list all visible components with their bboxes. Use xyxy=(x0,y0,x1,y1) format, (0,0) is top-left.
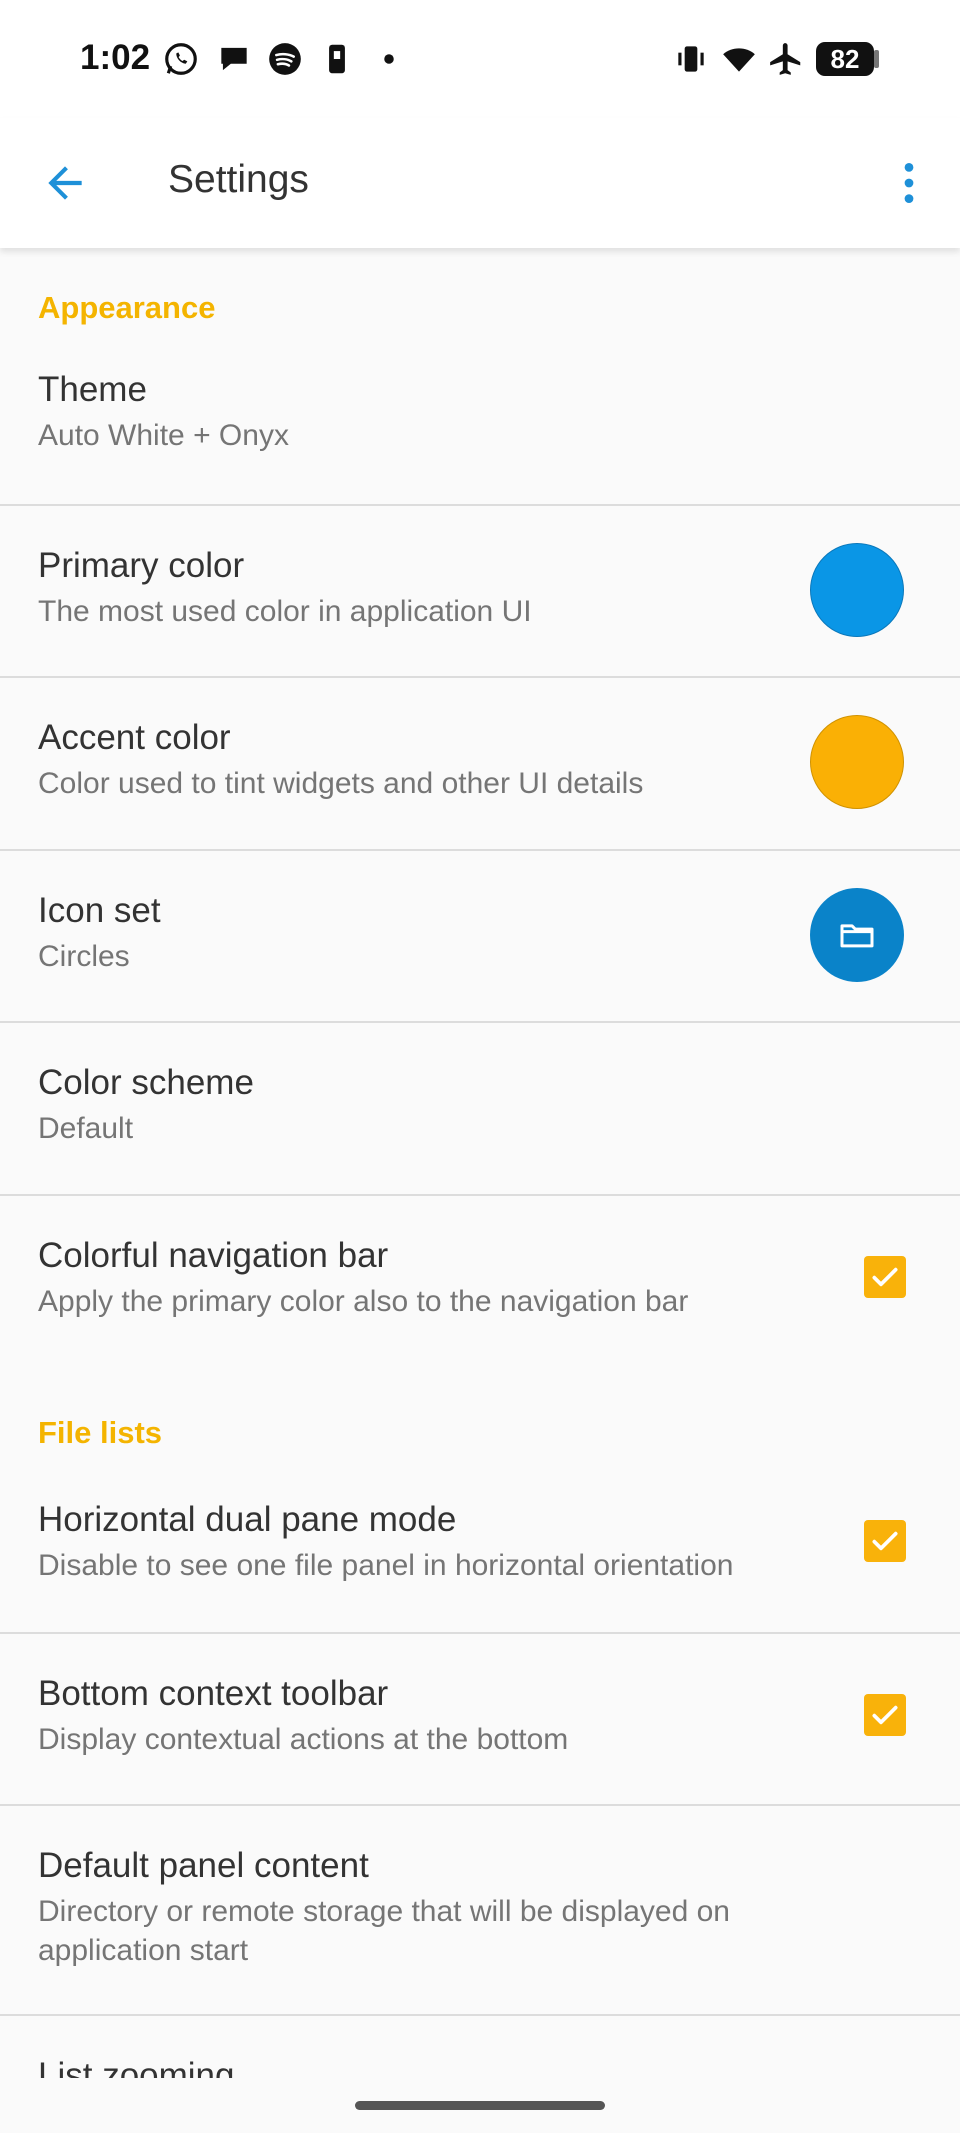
checkmark-icon xyxy=(872,1267,898,1287)
section-header-file-lists: File lists xyxy=(38,1415,163,1450)
pref-title: Icon set xyxy=(38,891,161,930)
battery-level: 82 xyxy=(830,44,860,74)
pref-summary: The most used color in application UI xyxy=(38,595,532,628)
arrow-left-icon[interactable] xyxy=(40,158,90,208)
pref-default-panel-content[interactable]: Default panel content Directory or remot… xyxy=(0,1806,960,2014)
spotify-icon xyxy=(269,43,301,75)
page-title: Settings xyxy=(168,158,309,201)
pref-title: Colorful navigation bar xyxy=(38,1236,389,1275)
bottom-toolbar-checkbox[interactable] xyxy=(864,1694,906,1736)
icon-set-preview xyxy=(810,888,904,982)
phone-app-icon xyxy=(329,44,345,74)
pref-title: Color scheme xyxy=(38,1063,254,1102)
pref-primary-color[interactable]: Primary color The most used color in app… xyxy=(0,506,960,676)
folder-icon xyxy=(840,924,874,948)
wifi-icon xyxy=(723,48,755,72)
pref-summary: Display contextual actions at the bottom xyxy=(38,1723,569,1756)
whatsapp-icon xyxy=(165,43,197,75)
battery-tip xyxy=(874,50,879,68)
pref-color-scheme[interactable]: Color scheme Default xyxy=(0,1023,960,1195)
pref-title: Bottom context toolbar xyxy=(38,1674,389,1713)
pref-summary: Directory or remote storage that will be… xyxy=(38,1895,730,1967)
accent-color-swatch[interactable] xyxy=(810,715,904,809)
pref-title: Accent color xyxy=(38,718,231,757)
battery-icon: 82 xyxy=(816,42,874,76)
pref-title: Horizontal dual pane mode xyxy=(38,1500,457,1539)
pref-theme[interactable]: Theme Auto White + Onyx xyxy=(0,358,960,500)
pref-icon-set[interactable]: Icon set Circles xyxy=(0,851,960,1021)
checkmark-icon xyxy=(872,1531,898,1551)
app-bar: Settings xyxy=(0,118,960,248)
pref-accent-color[interactable]: Accent color Color used to tint widgets … xyxy=(0,678,960,850)
settings-list[interactable]: Appearance Theme Auto White + Onyx Prima… xyxy=(0,248,960,2078)
vibrate-icon xyxy=(678,46,704,72)
airplane-icon xyxy=(770,43,801,75)
pref-summary: Color used to tint widgets and other UI … xyxy=(38,767,644,800)
pref-summary: Default xyxy=(38,1112,134,1145)
more-vert-icon[interactable] xyxy=(890,158,928,208)
pref-bottom-toolbar[interactable]: Bottom context toolbar Display contextua… xyxy=(0,1634,960,1804)
colorful-nav-bar-checkbox[interactable] xyxy=(864,1256,906,1298)
pref-summary: Auto White + Onyx xyxy=(38,419,289,452)
home-indicator[interactable] xyxy=(355,2101,605,2110)
dual-pane-checkbox[interactable] xyxy=(864,1520,906,1562)
pref-title: Theme xyxy=(38,370,147,409)
dot-icon xyxy=(384,54,394,64)
pref-summary: Circles xyxy=(38,940,130,973)
pref-list-zooming[interactable]: List zooming xyxy=(0,2016,960,2078)
section-header-appearance: Appearance xyxy=(38,290,216,325)
chat-bubble-icon xyxy=(221,47,247,71)
pref-summary: Apply the primary color also to the navi… xyxy=(38,1285,689,1318)
pref-summary: Disable to see one file panel in horizon… xyxy=(38,1549,734,1582)
pref-dual-pane-mode[interactable]: Horizontal dual pane mode Disable to see… xyxy=(0,1480,960,1630)
pref-title: List zooming xyxy=(38,2056,235,2078)
pref-title: Primary color xyxy=(38,546,245,585)
checkmark-icon xyxy=(872,1705,898,1725)
status-bar: 1:02 82 xyxy=(0,0,960,118)
pref-title: Default panel content xyxy=(38,1846,369,1885)
primary-color-swatch[interactable] xyxy=(810,543,904,637)
pref-colorful-nav-bar[interactable]: Colorful navigation bar Apply the primar… xyxy=(0,1196,960,1346)
status-time: 1:02 xyxy=(80,38,151,77)
